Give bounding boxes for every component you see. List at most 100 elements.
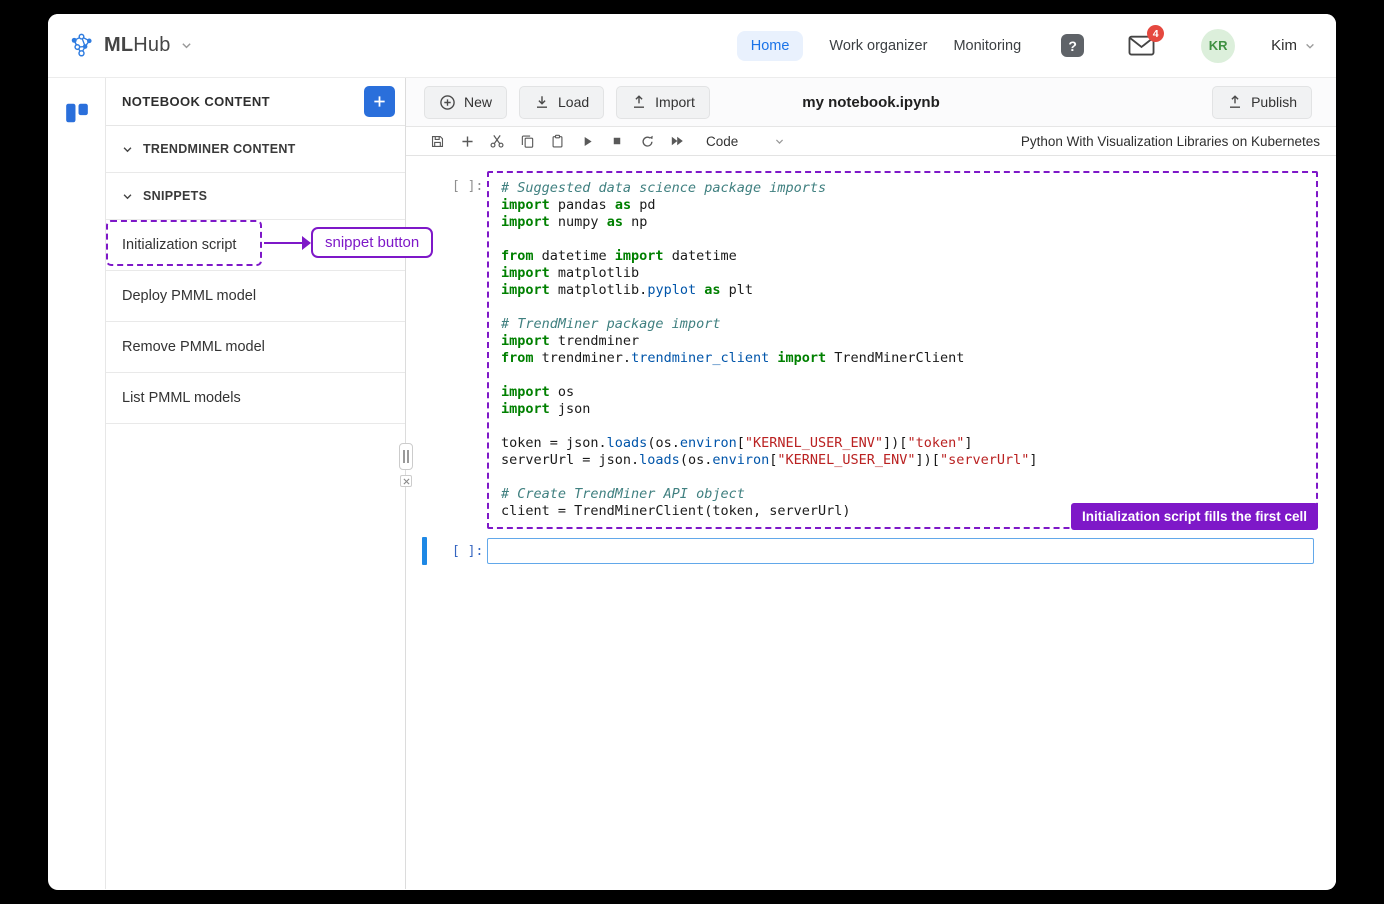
code-line: serverUrl = json.loads(os.environ["KERNE… [501,452,1316,469]
help-icon[interactable]: ? [1061,34,1085,57]
top-navigation: Home Work organizer Monitoring ? 4 KR Ki… [736,25,1316,63]
upload-icon [631,94,647,110]
code-line: # Suggested data science package imports [501,180,1316,197]
code-token: matplotlib. [549,282,648,298]
code-cell-2: [ ]: [406,537,1336,565]
avatar[interactable]: KR [1201,28,1236,63]
code-line: import numpy as np [501,214,1316,231]
notebook-main: my notebook.ipynb New Load Import Publis… [406,78,1336,889]
code-token: os [549,384,575,400]
code-cell-1: [ ]: # Suggested data science package im… [406,171,1336,530]
sidebar-section-snippets[interactable]: SNIPPETS [106,173,405,220]
panel-resize-handle[interactable] [399,443,413,470]
code-token: as [614,197,632,213]
code-cell-editor[interactable]: # Suggested data science package imports… [487,171,1318,530]
chevron-down-icon [122,191,133,202]
stop-icon[interactable] [602,134,632,148]
annotation-snippet-button-label: snippet button [311,227,434,258]
code-token: loads [639,452,680,468]
workspace-panels-icon[interactable] [64,100,90,126]
code-token: import [777,350,827,366]
mlhub-logo-text: MLHub [104,34,171,56]
notification-badge: 4 [1147,25,1165,42]
run-all-icon[interactable] [662,133,692,149]
code-token: trendminer. [533,350,632,366]
code-token: import [501,333,550,349]
code-line: token = json.loads(os.environ["KERNEL_US… [501,435,1316,452]
code-token: "KERNEL_USER_ENV" [777,452,916,468]
user-chevron-down-icon [1304,40,1316,52]
run-icon[interactable] [572,134,602,149]
empty-code-cell-input[interactable] [487,538,1314,564]
code-line: import matplotlib [501,265,1316,282]
code-token: datetime [663,248,737,264]
code-token: trendminer_client [631,350,770,366]
annotation-arrow-line [264,242,303,244]
code-token: datetime [533,248,615,264]
user-menu[interactable]: Kim [1271,37,1316,54]
sidebar-item-list-pmml-models[interactable]: List PMML models [106,373,405,424]
code-token: import [501,282,550,298]
cut-icon[interactable] [482,133,512,149]
nav-monitoring[interactable]: Monitoring [953,38,1021,54]
circle-plus-icon [439,94,456,111]
panel-collapse-icon[interactable] [400,475,412,487]
nav-home[interactable]: Home [736,30,804,61]
code-line: # TrendMiner package import [501,316,1316,333]
code-token: trendminer [549,333,640,349]
import-button[interactable]: Import [616,85,710,119]
selected-cell-bar [422,537,427,565]
paste-icon[interactable] [542,134,572,149]
chevron-down-icon [122,144,133,155]
mlhub-logo-icon [68,32,95,59]
code-line: # Create TrendMiner API object [501,486,1316,503]
sidebar-item-deploy-pmml-model[interactable]: Deploy PMML model [106,271,405,322]
code-token: pandas [549,197,615,213]
code-token: from [501,248,534,264]
copy-icon[interactable] [512,134,542,149]
code-token: # TrendMiner package import [501,316,721,332]
code-line: import pandas as pd [501,197,1316,214]
code-token: "serverUrl" [939,452,1030,468]
code-token: as [606,214,623,230]
code-token: numpy [549,214,607,230]
left-rail [48,78,106,889]
logo-chevron-down-icon[interactable] [180,39,193,52]
add-cell-icon[interactable] [452,134,482,149]
sidebar-title: NOTEBOOK CONTENT [122,94,270,109]
mlhub-logo[interactable]: MLHub [68,32,193,59]
sidebar-header: NOTEBOOK CONTENT [106,78,405,126]
sidebar-item-remove-pmml-model[interactable]: Remove PMML model [106,322,405,373]
download-icon [534,94,550,110]
restart-kernel-icon[interactable] [632,134,662,149]
load-button[interactable]: Load [519,85,605,119]
code-token: "KERNEL_USER_ENV" [744,435,884,451]
code-token: "token" [907,435,965,451]
select-chevron-down-icon [774,136,785,147]
code-token: # Suggested data science package imports [501,180,827,196]
cell-type-select[interactable]: Code [706,134,785,149]
publish-button[interactable]: Publish [1212,85,1312,119]
code-token: from [501,350,534,366]
notifications-button[interactable]: 4 [1128,25,1165,57]
save-icon[interactable] [422,134,452,149]
code-token: client = TrendMinerClient(token, serverU… [501,503,851,519]
code-token: import [501,401,550,417]
app-header: MLHub Home Work organizer Monitoring ? 4… [48,14,1336,78]
sidebar-section-trendminer-content[interactable]: TRENDMINER CONTENT [106,126,405,173]
add-content-button[interactable] [364,86,395,117]
code-token: ] [964,435,973,451]
code-token: ])[ [915,452,940,468]
nav-work-organizer[interactable]: Work organizer [829,38,927,54]
code-token: TrendMinerClient [826,350,965,366]
new-button[interactable]: New [424,85,508,119]
code-token: ])[ [883,435,908,451]
code-line: import matplotlib.pyplot as plt [501,282,1316,299]
cell-type-value: Code [706,133,739,149]
notebook-toolbar: Code Python With Visualization Libraries… [406,127,1336,156]
code-token: plt [720,282,754,298]
